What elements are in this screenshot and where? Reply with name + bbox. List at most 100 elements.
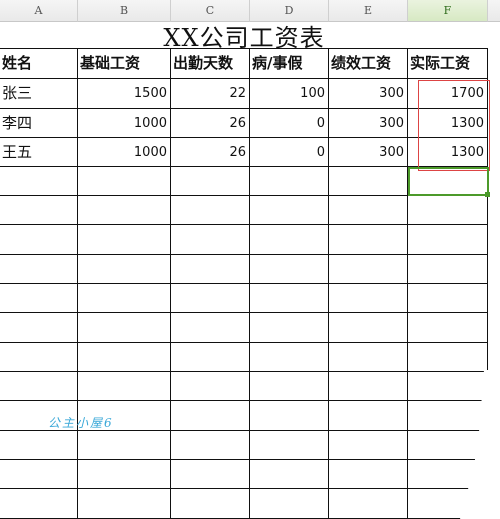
- empty-cell[interactable]: [78, 284, 171, 313]
- empty-cell[interactable]: [329, 225, 408, 255]
- empty-cell[interactable]: [250, 460, 329, 489]
- empty-cell[interactable]: [408, 284, 488, 313]
- empty-cell[interactable]: [408, 372, 488, 401]
- empty-cell[interactable]: [250, 401, 329, 431]
- table-cell[interactable]: 1000: [78, 138, 171, 167]
- empty-cell[interactable]: [329, 489, 408, 519]
- empty-cell[interactable]: [250, 255, 329, 284]
- column-header-e[interactable]: E: [329, 0, 408, 22]
- empty-cell[interactable]: [171, 167, 250, 196]
- empty-cell[interactable]: [78, 255, 171, 284]
- empty-cell[interactable]: [0, 343, 78, 372]
- empty-cell[interactable]: [78, 489, 171, 519]
- table-cell[interactable]: 22: [171, 79, 250, 109]
- empty-cell[interactable]: [0, 460, 78, 489]
- empty-cell[interactable]: [408, 255, 488, 284]
- column-header-a[interactable]: A: [0, 0, 78, 22]
- header-cell-attendance[interactable]: 出勤天数: [171, 49, 250, 79]
- column-header-f[interactable]: F: [408, 0, 488, 22]
- empty-cell[interactable]: [171, 431, 250, 460]
- empty-cell[interactable]: [250, 431, 329, 460]
- empty-cell[interactable]: [329, 401, 408, 431]
- empty-cell[interactable]: [329, 196, 408, 225]
- table-cell[interactable]: 1300: [408, 138, 488, 167]
- header-cell-name[interactable]: 姓名: [0, 49, 78, 79]
- table-cell[interactable]: 王五: [0, 138, 78, 167]
- table-cell[interactable]: 张三: [0, 79, 78, 109]
- empty-cell[interactable]: [171, 255, 250, 284]
- empty-cell[interactable]: [171, 196, 250, 225]
- empty-cell[interactable]: [250, 196, 329, 225]
- empty-cell[interactable]: [171, 284, 250, 313]
- empty-cell[interactable]: [250, 372, 329, 401]
- header-cell-base-salary[interactable]: 基础工资: [78, 49, 171, 79]
- table-cell[interactable]: 1500: [78, 79, 171, 109]
- table-cell[interactable]: 1000: [78, 109, 171, 138]
- table-cell[interactable]: 0: [250, 109, 329, 138]
- empty-cell[interactable]: [250, 313, 329, 343]
- table-cell[interactable]: 300: [329, 79, 408, 109]
- header-cell-actual-salary[interactable]: 实际工资: [408, 49, 488, 79]
- empty-cell[interactable]: [0, 167, 78, 196]
- empty-cell[interactable]: [78, 196, 171, 225]
- header-cell-leave[interactable]: 病/事假: [250, 49, 329, 79]
- table-cell[interactable]: 300: [329, 109, 408, 138]
- empty-cell[interactable]: [171, 489, 250, 519]
- empty-cell[interactable]: [250, 343, 329, 372]
- empty-cell[interactable]: [408, 401, 488, 431]
- empty-cell[interactable]: [0, 225, 78, 255]
- table-cell[interactable]: 李四: [0, 109, 78, 138]
- table-cell[interactable]: 100: [250, 79, 329, 109]
- empty-cell[interactable]: [171, 225, 250, 255]
- empty-cell[interactable]: [0, 284, 78, 313]
- empty-cell[interactable]: [329, 284, 408, 313]
- table-cell[interactable]: 0: [250, 138, 329, 167]
- empty-cell[interactable]: [0, 313, 78, 343]
- empty-cell[interactable]: [329, 313, 408, 343]
- empty-cell[interactable]: [250, 167, 329, 196]
- empty-cell[interactable]: [171, 401, 250, 431]
- empty-cell[interactable]: [171, 460, 250, 489]
- fill-handle[interactable]: [485, 192, 490, 197]
- column-letter: C: [205, 4, 215, 17]
- empty-cell[interactable]: [0, 489, 78, 519]
- column-header-b[interactable]: B: [78, 0, 171, 22]
- empty-cell[interactable]: [171, 343, 250, 372]
- header-cell-performance[interactable]: 绩效工资: [329, 49, 408, 79]
- empty-cell[interactable]: [408, 343, 488, 372]
- empty-cell[interactable]: [0, 431, 78, 460]
- table-cell[interactable]: 300: [329, 138, 408, 167]
- table-cell[interactable]: 26: [171, 138, 250, 167]
- empty-cell[interactable]: [250, 225, 329, 255]
- empty-cell[interactable]: [408, 196, 488, 225]
- empty-cell[interactable]: [78, 343, 171, 372]
- empty-cell[interactable]: [0, 196, 78, 225]
- empty-cell[interactable]: [329, 343, 408, 372]
- empty-cell[interactable]: [171, 313, 250, 343]
- empty-cell[interactable]: [329, 431, 408, 460]
- column-header-g[interactable]: [488, 0, 500, 22]
- column-letter: F: [443, 4, 452, 17]
- empty-cell[interactable]: [329, 460, 408, 489]
- empty-cell[interactable]: [78, 460, 171, 489]
- empty-cell[interactable]: [78, 431, 171, 460]
- empty-cell[interactable]: [408, 225, 488, 255]
- table-cell[interactable]: 1300: [408, 109, 488, 138]
- empty-cell[interactable]: [78, 167, 171, 196]
- empty-cell[interactable]: [171, 372, 250, 401]
- empty-cell[interactable]: [329, 167, 408, 196]
- table-cell[interactable]: 1700: [408, 79, 488, 109]
- empty-cell[interactable]: [250, 284, 329, 313]
- empty-cell[interactable]: [408, 313, 488, 343]
- sheet-title[interactable]: XX公司工资表: [0, 22, 488, 52]
- empty-cell[interactable]: [329, 255, 408, 284]
- empty-cell[interactable]: [78, 372, 171, 401]
- table-cell[interactable]: 26: [171, 109, 250, 138]
- empty-cell[interactable]: [250, 489, 329, 519]
- selected-cell[interactable]: [408, 167, 489, 196]
- empty-cell[interactable]: [78, 225, 171, 255]
- empty-cell[interactable]: [0, 255, 78, 284]
- empty-cell[interactable]: [329, 372, 408, 401]
- empty-cell[interactable]: [0, 372, 78, 401]
- empty-cell[interactable]: [78, 313, 171, 343]
